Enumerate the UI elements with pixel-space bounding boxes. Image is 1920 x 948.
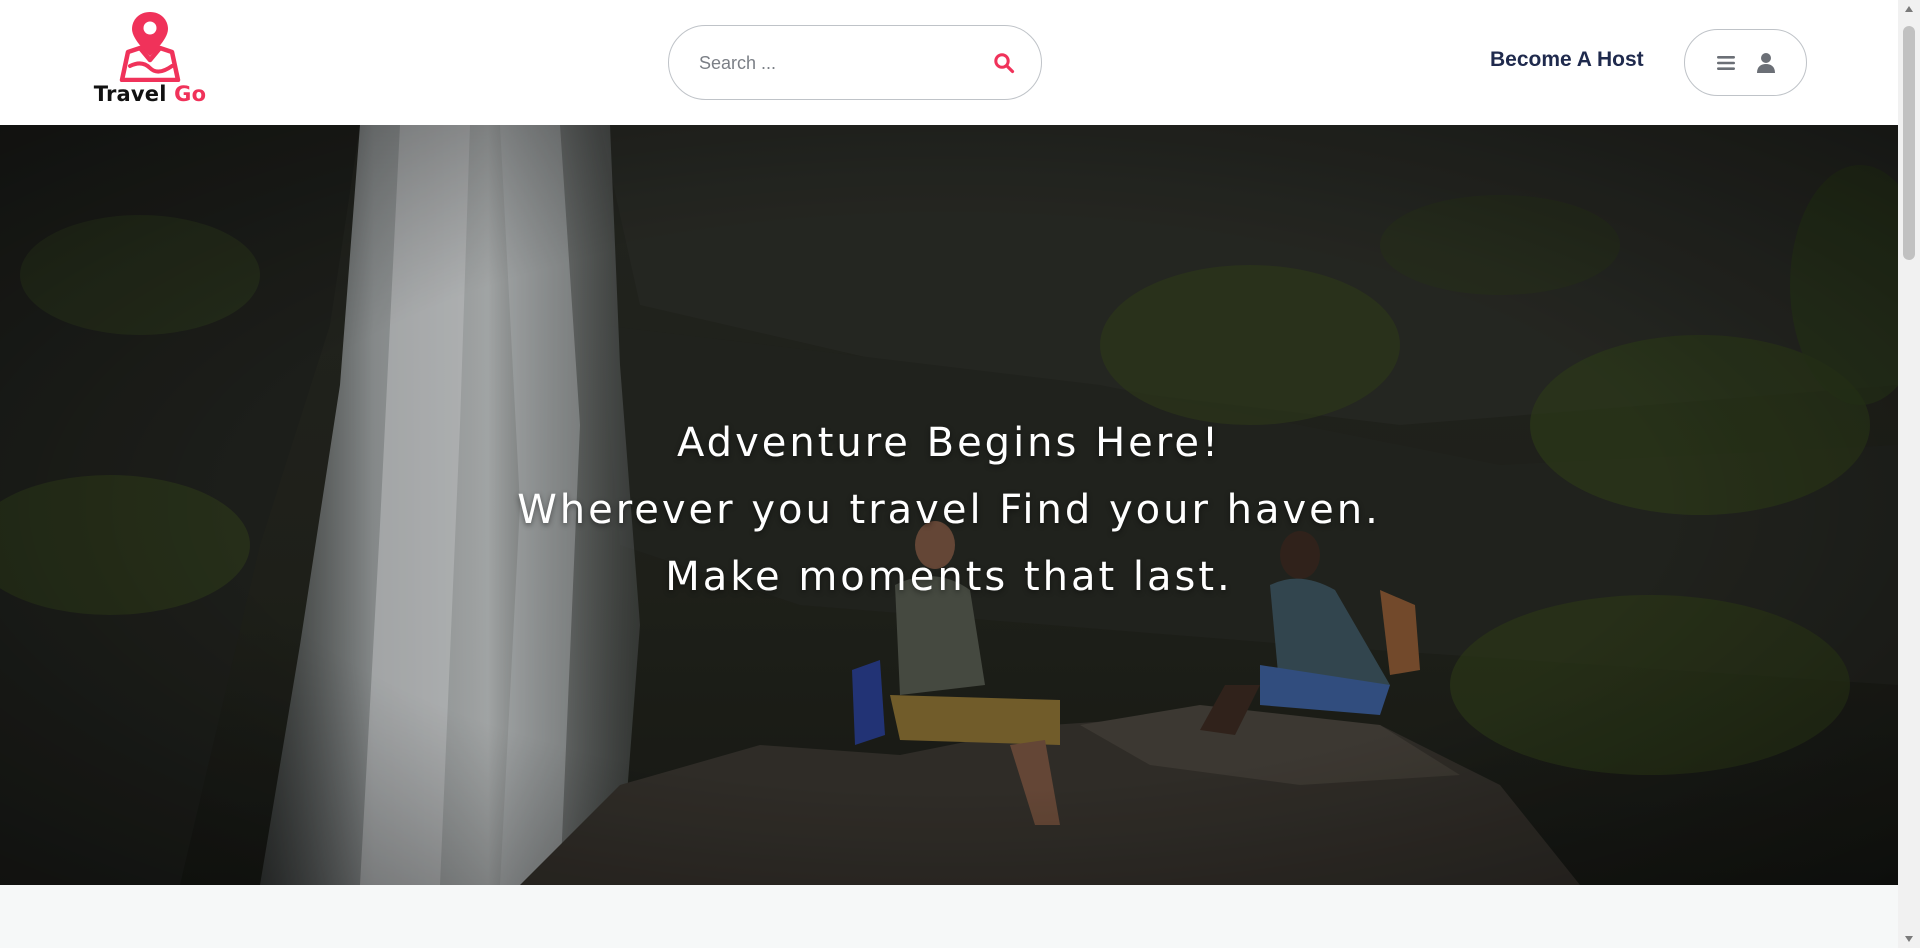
- page-scrollbar[interactable]: [1898, 0, 1920, 948]
- site-header: Travel Go Become A Host: [0, 0, 1898, 125]
- hero-line-2: Wherever you travel Find your haven.: [517, 487, 1381, 533]
- brand-name-part1: Travel: [93, 82, 167, 106]
- scrollbar-thumb[interactable]: [1903, 26, 1915, 260]
- search-bar: [668, 25, 1042, 100]
- search-input[interactable]: [699, 46, 969, 80]
- hero-line-1: Adventure Begins Here!: [677, 420, 1221, 466]
- content-section: [0, 885, 1898, 948]
- brand-name: Travel Go: [88, 82, 212, 106]
- hero-line-3: Make moments that last.: [665, 554, 1233, 600]
- map-pin-logo-icon: [119, 12, 181, 82]
- become-a-host-link[interactable]: Become A Host: [1490, 48, 1644, 78]
- hero-banner: Adventure Begins Here! Wherever you trav…: [0, 125, 1898, 885]
- scroll-up-arrow-icon[interactable]: [1898, 0, 1920, 18]
- hamburger-menu-icon: [1716, 55, 1735, 70]
- search-icon: [994, 53, 1015, 74]
- search-button[interactable]: [987, 46, 1021, 80]
- hero-headline: Adventure Begins Here! Wherever you trav…: [0, 410, 1898, 611]
- scroll-down-arrow-icon[interactable]: [1898, 930, 1920, 948]
- brand-logo[interactable]: Travel Go: [88, 10, 212, 110]
- user-menu-button[interactable]: [1684, 29, 1807, 96]
- user-icon: [1756, 52, 1775, 73]
- brand-name-part2: Go: [174, 82, 207, 106]
